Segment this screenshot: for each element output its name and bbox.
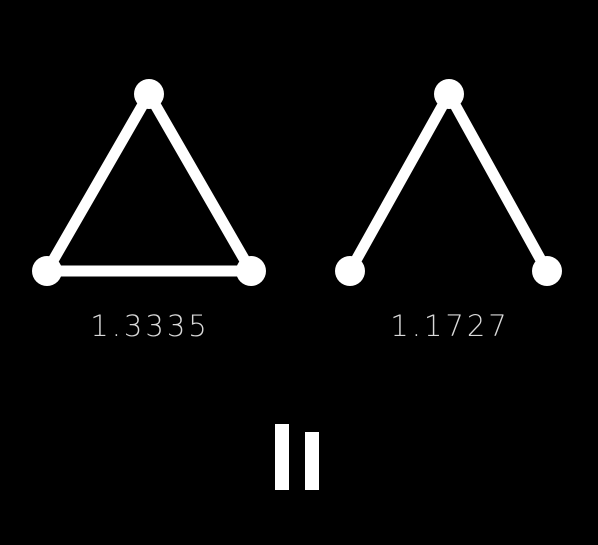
node[interactable] <box>236 256 266 286</box>
edge <box>344 88 455 277</box>
pause-icon <box>275 424 289 490</box>
edge <box>41 88 155 277</box>
edge <box>443 88 553 277</box>
closed-triangle-shape <box>32 79 266 286</box>
left-shape-score: 1.3335 <box>90 309 210 343</box>
pause-button[interactable] <box>270 420 326 494</box>
node[interactable] <box>32 256 62 286</box>
node[interactable] <box>134 79 164 109</box>
node[interactable] <box>532 256 562 286</box>
pause-icon <box>305 432 319 490</box>
node[interactable] <box>335 256 365 286</box>
right-shape-score: 1.1727 <box>390 309 510 343</box>
node[interactable] <box>434 79 464 109</box>
open-chevron-shape <box>335 79 562 286</box>
edge <box>143 88 257 277</box>
